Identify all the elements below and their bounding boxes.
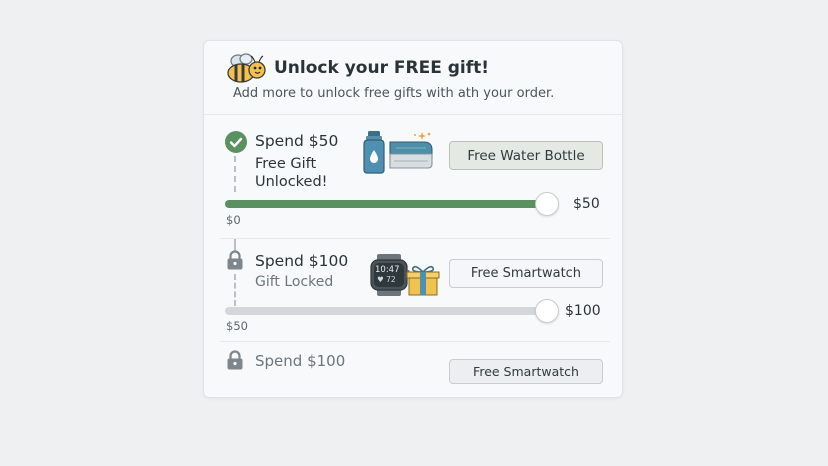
tier-3-title: Spend $100 (255, 352, 346, 370)
tier-2-progress-handle[interactable] (535, 299, 559, 323)
tier-1-start-label: $0 (226, 213, 241, 227)
tier-divider (220, 341, 610, 342)
tier-1-title: Spend $50 (255, 132, 339, 150)
gift-box-icon (405, 264, 441, 296)
free-smartwatch-button-tier-3[interactable]: Free Smartwatch (449, 359, 603, 384)
tier-connector (234, 274, 236, 306)
smartwatch-reading: ♥ 72 (377, 275, 396, 284)
tier-2-end-label: $100 (565, 303, 601, 319)
lock-icon (226, 250, 244, 270)
tier-1-status-line1: Free Gift (255, 156, 317, 172)
tier-2-start-label: $50 (226, 319, 248, 333)
smartwatch-time: 10:47 (375, 265, 400, 275)
tier-1-progress-handle[interactable] (535, 192, 559, 216)
check-icon (225, 131, 247, 153)
tier-1-progress-fill (225, 200, 551, 208)
tier-2-status: Gift Locked (255, 274, 334, 290)
tier-1-status-line2: Unlocked! (255, 174, 328, 190)
lock-icon (226, 350, 244, 370)
bee-icon (224, 52, 268, 84)
tier-1-end-label: $50 (573, 196, 600, 212)
tier-connector (234, 156, 236, 192)
free-water-bottle-button[interactable]: Free Water Bottle (449, 141, 603, 170)
header-title: Unlock your FREE gift! (274, 58, 489, 78)
tier-2-progress-track (225, 307, 548, 315)
towel-icon (382, 128, 434, 172)
header-divider (204, 114, 622, 115)
header-subtitle: Add more to unlock free gifts with ath y… (233, 86, 555, 101)
tier-2-title: Spend $100 (255, 252, 349, 270)
free-smartwatch-button[interactable]: Free Smartwatch (449, 259, 603, 288)
tier-divider (220, 238, 610, 239)
